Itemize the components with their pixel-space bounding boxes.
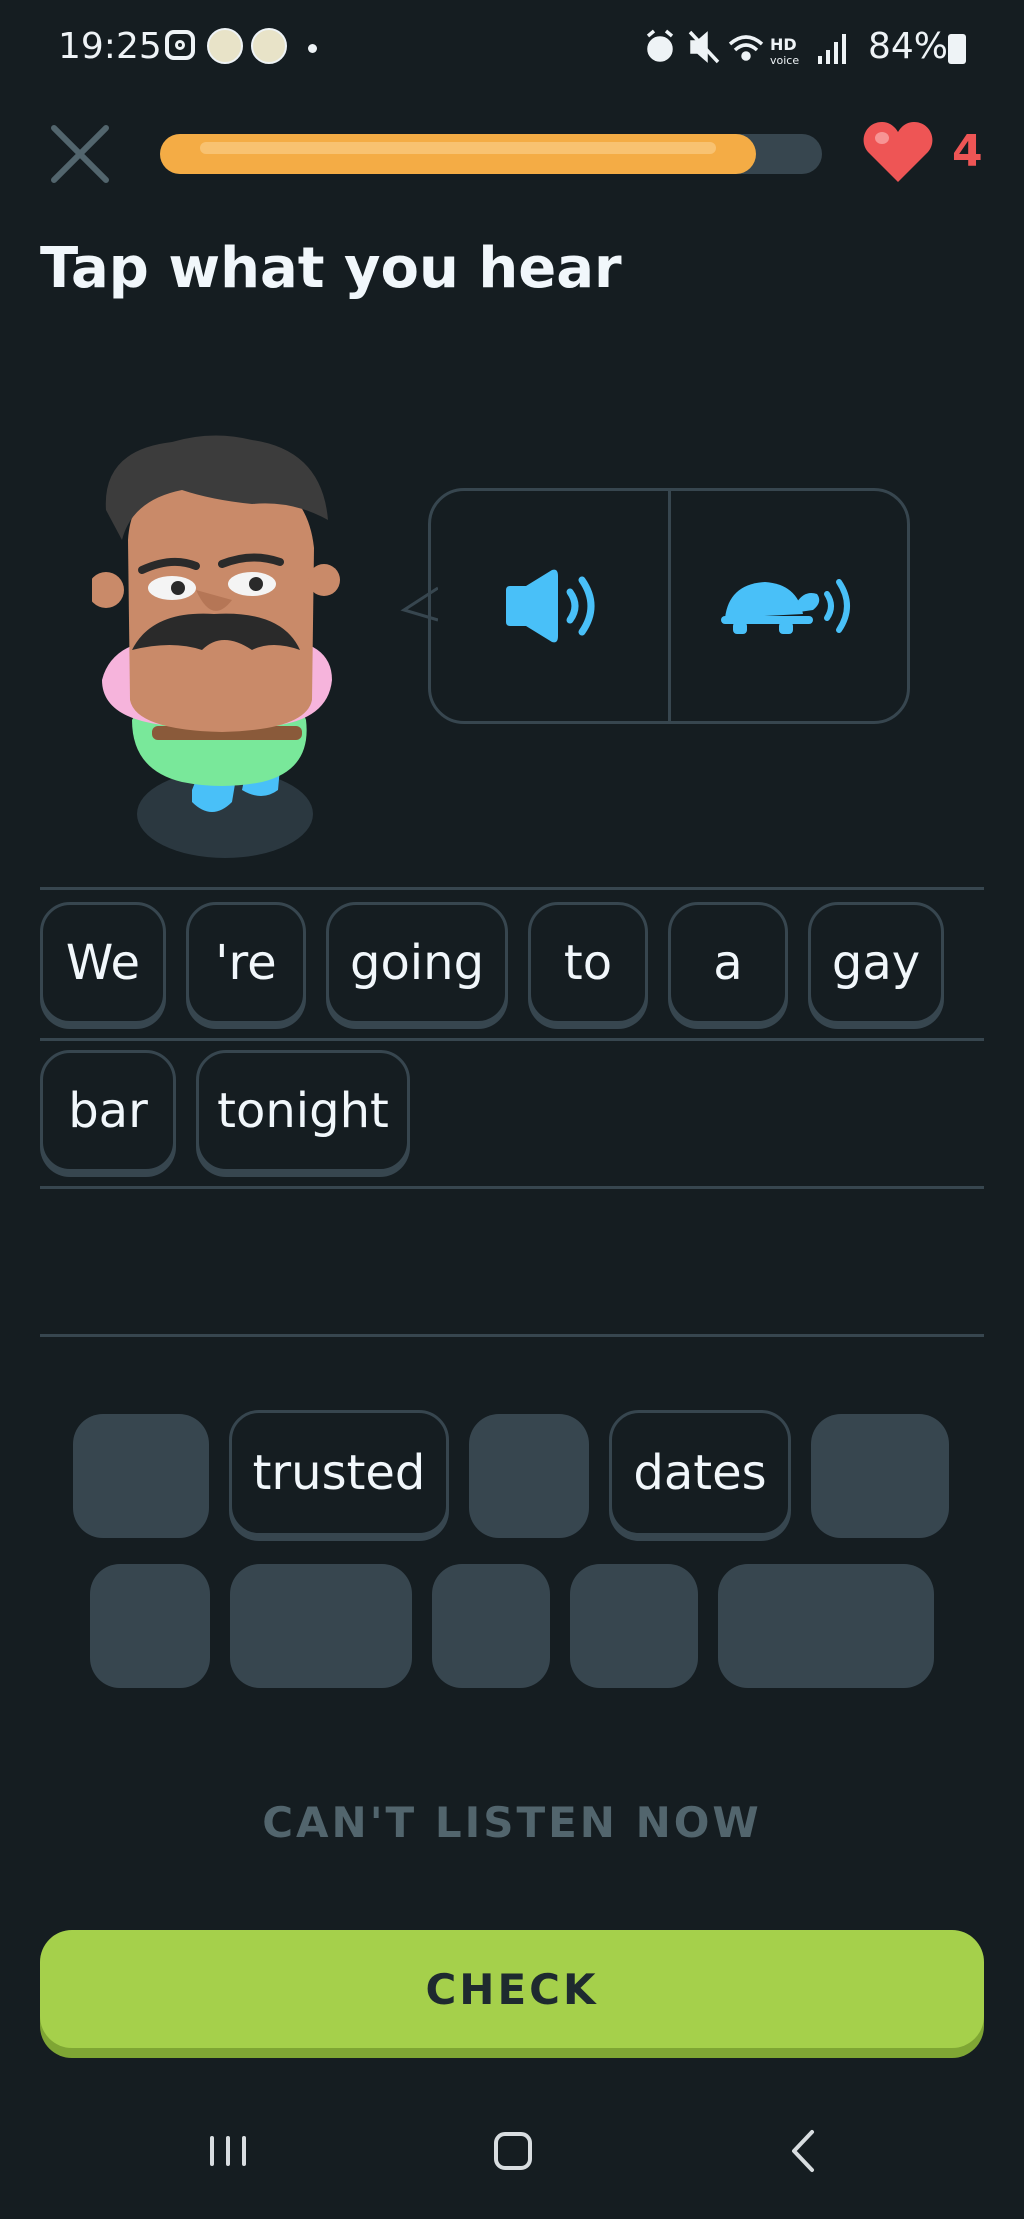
back-icon xyxy=(792,2130,814,2172)
answer-word-chip[interactable]: gay xyxy=(808,902,944,1024)
signal-icon xyxy=(818,34,846,64)
word-bank-empty-slot xyxy=(811,1414,949,1538)
answer-line xyxy=(40,1334,984,1337)
check-button[interactable]: CHECK xyxy=(40,1930,984,2048)
status-time: 19:25 xyxy=(58,26,162,67)
system-icons: HD voice xyxy=(646,29,846,67)
page-title: Tap what you hear xyxy=(40,236,622,301)
hd-voice-icon: HD xyxy=(770,35,797,54)
mute-icon xyxy=(688,30,720,64)
word-bank-empty-slot xyxy=(469,1414,589,1538)
status-bar: 19:25 HD voice 84% xyxy=(0,0,1024,96)
speaker-icon xyxy=(505,569,594,643)
answer-word-chip[interactable]: going xyxy=(326,902,508,1024)
instagram-icon xyxy=(165,30,195,60)
word-bank-chip[interactable]: dates xyxy=(609,1410,791,1536)
word-bank-empty-slot xyxy=(718,1564,934,1688)
heart-icon xyxy=(863,122,933,182)
hearts-count: 4 xyxy=(952,126,983,177)
word-bank-empty-slot xyxy=(570,1564,698,1688)
answer-line xyxy=(40,1038,984,1041)
app-icon xyxy=(251,28,287,64)
notification-dot-icon xyxy=(308,44,317,53)
slow-audio-button[interactable] xyxy=(671,491,907,721)
turtle-icon xyxy=(721,579,850,634)
progress-shine xyxy=(200,142,716,154)
close-icon[interactable] xyxy=(48,122,112,186)
character-illustration xyxy=(92,435,340,858)
battery-percent: 84% xyxy=(868,26,949,67)
progress-fill xyxy=(160,134,756,174)
home-icon xyxy=(494,2132,532,2170)
answer-word-chip[interactable]: tonight xyxy=(196,1050,410,1172)
answer-word-chip[interactable]: a xyxy=(668,902,788,1024)
navigation-bar xyxy=(210,2130,814,2172)
answer-word-chip[interactable]: bar xyxy=(40,1050,176,1172)
cant-listen-button[interactable]: CAN'T LISTEN NOW xyxy=(0,1798,1024,1847)
recent-apps-icon xyxy=(210,2136,246,2166)
play-audio-button[interactable] xyxy=(431,491,668,721)
word-bank-empty-slot xyxy=(90,1564,210,1688)
word-bank-empty-slot xyxy=(432,1564,550,1688)
answer-line xyxy=(40,887,984,890)
wifi-icon xyxy=(728,35,764,61)
answer-line xyxy=(40,1186,984,1189)
svg-text:voice: voice xyxy=(770,54,799,67)
alarm-icon xyxy=(646,29,674,62)
word-bank-empty-slot xyxy=(73,1414,209,1538)
word-bank-chip[interactable]: trusted xyxy=(229,1410,449,1536)
battery-icon xyxy=(948,34,966,64)
word-bank-empty-slot xyxy=(230,1564,412,1688)
answer-word-chip[interactable]: 're xyxy=(186,902,306,1024)
app-icon xyxy=(207,28,243,64)
answer-word-chip[interactable]: to xyxy=(528,902,648,1024)
answer-word-chip[interactable]: We xyxy=(40,902,166,1024)
